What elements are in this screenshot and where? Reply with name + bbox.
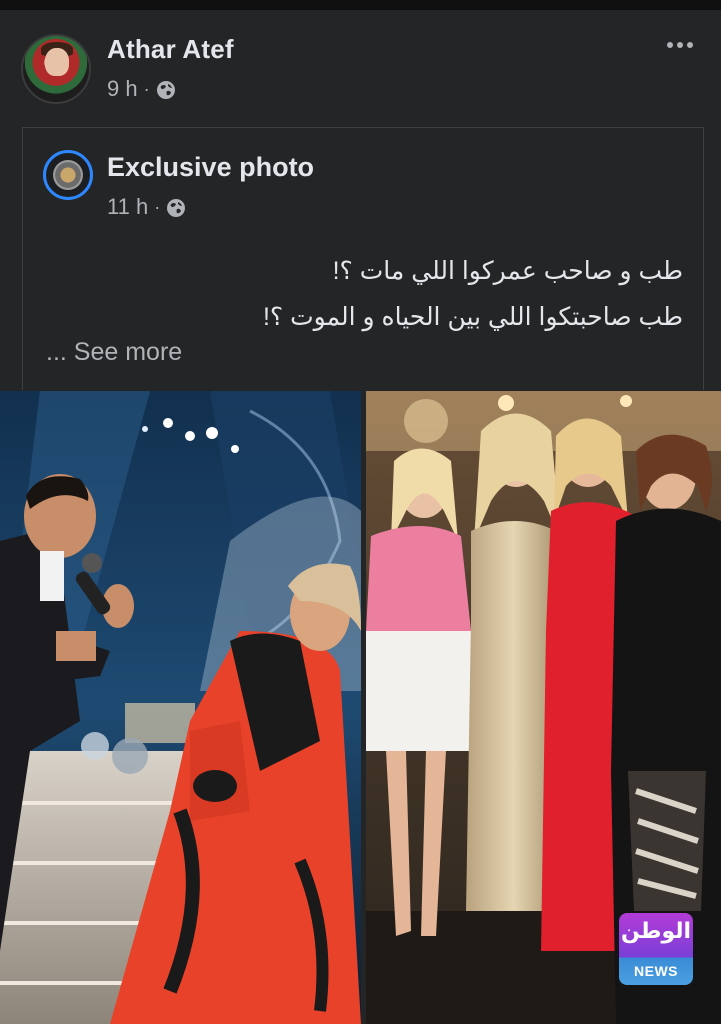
page-avatar[interactable] <box>43 150 93 200</box>
more-options-button[interactable] <box>660 30 700 60</box>
shared-page-name[interactable]: Exclusive photo <box>107 152 314 183</box>
photo-left[interactable] <box>0 391 361 1024</box>
shared-post-meta: 11 h · <box>107 194 186 220</box>
top-strip <box>0 0 721 10</box>
more-dot <box>677 42 683 48</box>
more-dot <box>687 42 693 48</box>
watermark-label: NEWS <box>634 963 678 979</box>
see-more-link[interactable]: ... See more <box>46 338 182 367</box>
post-text-line: طب و صاحب عمركوا اللي مات ؟! <box>332 257 683 285</box>
avatar-face <box>45 48 69 76</box>
shared-post-text: طب و صاحب عمركوا اللي مات ؟! طب صاحبتكوا… <box>63 248 683 340</box>
news-watermark-logo: الوطن NEWS <box>619 913 693 985</box>
meta-separator: · <box>143 78 150 99</box>
author-avatar[interactable] <box>21 34 91 104</box>
post-text-line: طب صاحبتكوا اللي بين الحياه و الموت ؟! <box>262 303 683 331</box>
globe-icon <box>166 198 186 218</box>
more-horizontal-icon <box>667 42 673 48</box>
globe-icon <box>156 80 176 100</box>
post-time[interactable]: 9 h <box>107 76 138 102</box>
meta-separator: · <box>154 196 161 217</box>
watermark-brand: الوطن <box>620 919 692 944</box>
author-name[interactable]: Athar Atef <box>107 34 234 65</box>
shared-post-time[interactable]: 11 h <box>107 194 148 220</box>
post-meta: 9 h · <box>107 76 176 102</box>
page-avatar-image <box>53 160 83 190</box>
